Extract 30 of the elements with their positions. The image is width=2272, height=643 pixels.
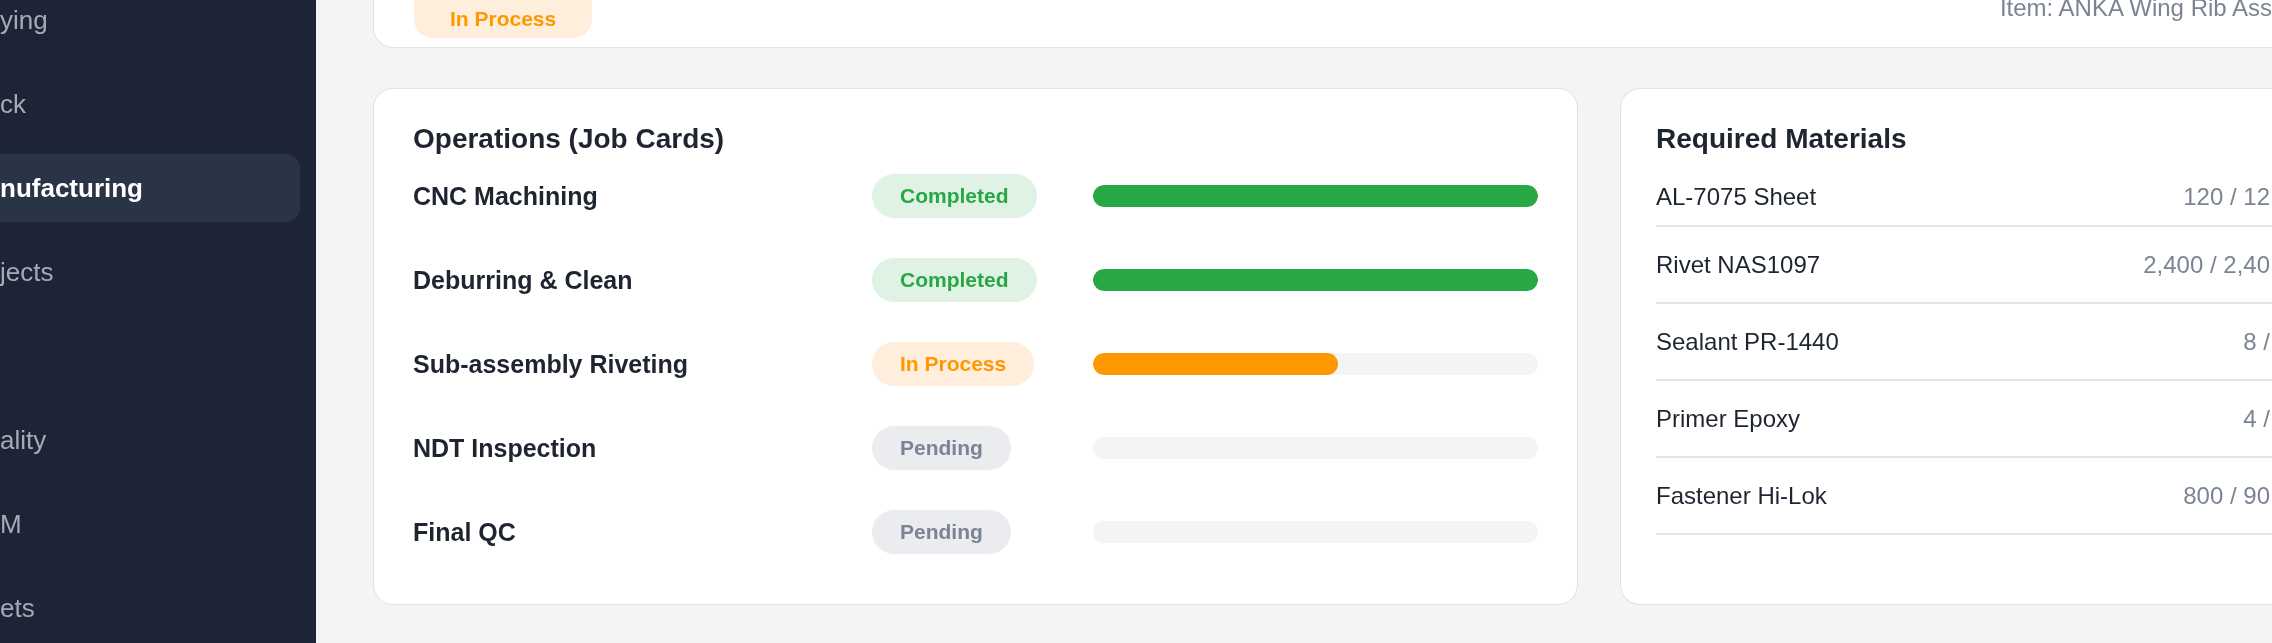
status-badge: In Process	[414, 0, 593, 38]
material-name: Primer Epoxy	[1656, 404, 1801, 433]
sidebar-item[interactable]: ck	[0, 70, 300, 138]
material-quantity: 800 / 90	[2183, 481, 2271, 510]
operation-name: CNC Machining	[413, 181, 599, 211]
card-title: Required Materials	[1656, 123, 1908, 155]
sidebar-item[interactable]: M	[0, 490, 300, 558]
status-badge: Completed	[872, 174, 1037, 218]
card-title: Operations (Job Cards)	[413, 123, 726, 155]
material-quantity: 120 / 12	[2183, 183, 2271, 211]
sidebar-item[interactable]: nufacturing	[0, 154, 300, 222]
material-quantity: 2,400 / 2,40	[2143, 250, 2271, 279]
material-quantity: 8 /	[2243, 327, 2271, 356]
status-badge: Pending	[872, 426, 1011, 470]
sidebar-item[interactable]: jects	[0, 238, 300, 306]
material-quantity: 4 /	[2243, 404, 2271, 433]
sidebar-item[interactable]: ying	[0, 0, 300, 54]
operation-name: Sub-assembly Riveting	[413, 349, 690, 379]
status-badge: Pending	[872, 510, 1011, 554]
status-badge: In Process	[872, 342, 1035, 386]
material-name: Fastener Hi-Lok	[1656, 481, 1827, 510]
operation-name: Deburring & Clean	[413, 265, 634, 295]
status-badge: Completed	[872, 258, 1037, 302]
material-name: Rivet NAS1097	[1656, 250, 1821, 279]
material-name: Sealant PR-1440	[1656, 327, 1839, 356]
sidebar-item[interactable]: ets	[0, 574, 300, 642]
material-name: AL-7075 Sheet	[1656, 183, 1817, 211]
sidebar-item[interactable]: ality	[0, 406, 300, 474]
operation-name: Final QC	[413, 517, 517, 547]
operation-name: NDT Inspection	[413, 433, 598, 463]
